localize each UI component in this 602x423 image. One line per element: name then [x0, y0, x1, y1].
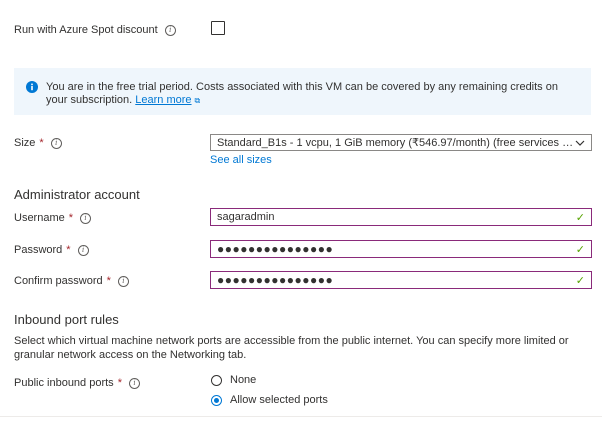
radio-option-none[interactable]: None: [211, 374, 256, 386]
info-icon[interactable]: i: [117, 275, 129, 287]
info-icon[interactable]: i: [80, 212, 92, 224]
spot-discount-checkbox[interactable]: [211, 21, 225, 35]
admin-account-heading: Administrator account: [14, 187, 140, 202]
radio-button[interactable]: [211, 374, 222, 386]
username-label: Username * i: [14, 212, 92, 224]
learn-more-link[interactable]: Learn more: [135, 94, 191, 106]
radio-option-allow-selected[interactable]: Allow selected ports: [211, 394, 328, 406]
chevron-down-icon: [575, 140, 585, 146]
info-icon[interactable]: i: [164, 24, 176, 36]
password-input[interactable]: ●●●●●●●●●●●●●●● ✓: [210, 240, 592, 258]
info-icon[interactable]: i: [128, 377, 140, 389]
password-label: Password * i: [14, 244, 89, 256]
info-filled-icon: [26, 81, 38, 93]
radio-button-selected[interactable]: [211, 394, 222, 406]
size-select[interactable]: Standard_B1s - 1 vcpu, 1 GiB memory (₹54…: [210, 134, 592, 151]
checkmark-icon: ✓: [575, 211, 585, 224]
checkmark-icon: ✓: [575, 274, 585, 287]
confirm-password-input[interactable]: ●●●●●●●●●●●●●●● ✓: [210, 271, 592, 289]
banner-message: You are in the free trial period. Costs …: [46, 81, 558, 106]
info-icon[interactable]: i: [50, 137, 62, 149]
bottom-divider: [0, 416, 602, 417]
size-label: Size * i: [14, 137, 62, 149]
inbound-description: Select which virtual machine network por…: [14, 335, 569, 361]
inbound-port-rules-heading: Inbound port rules: [14, 312, 119, 327]
public-inbound-ports-label: Public inbound ports * i: [14, 377, 140, 389]
checkmark-icon: ✓: [575, 243, 585, 256]
username-input[interactable]: sagaradmin ✓: [210, 208, 592, 226]
info-icon[interactable]: i: [77, 244, 89, 256]
spot-discount-label: Run with Azure Spot discount i: [14, 24, 176, 36]
confirm-password-label: Confirm password * i: [14, 275, 129, 287]
external-link-icon: ⧉: [194, 96, 201, 105]
see-all-sizes-link[interactable]: See all sizes: [210, 154, 272, 166]
free-trial-banner: You are in the free trial period. Costs …: [14, 68, 591, 115]
